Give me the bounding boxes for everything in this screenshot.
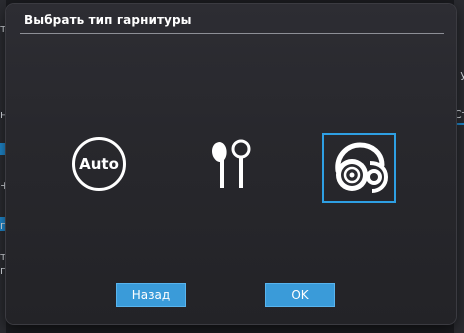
back-button[interactable]: Назад: [116, 283, 186, 307]
option-auto[interactable]: Auto: [62, 129, 136, 199]
option-earbuds[interactable]: [194, 129, 268, 199]
title-divider: [20, 33, 444, 34]
headphones-icon: [335, 142, 388, 193]
dialog-title: Выбрать тип гарнитуры: [24, 13, 192, 27]
headset-type-dialog: Выбрать тип гарнитуры Auto Назад OK: [6, 4, 456, 324]
option-headphones[interactable]: [322, 133, 396, 203]
auto-icon-label: Auto: [79, 155, 119, 173]
earbuds-icon: [212, 139, 251, 188]
ok-button[interactable]: OK: [265, 283, 335, 307]
auto-icon: Auto: [72, 137, 126, 191]
